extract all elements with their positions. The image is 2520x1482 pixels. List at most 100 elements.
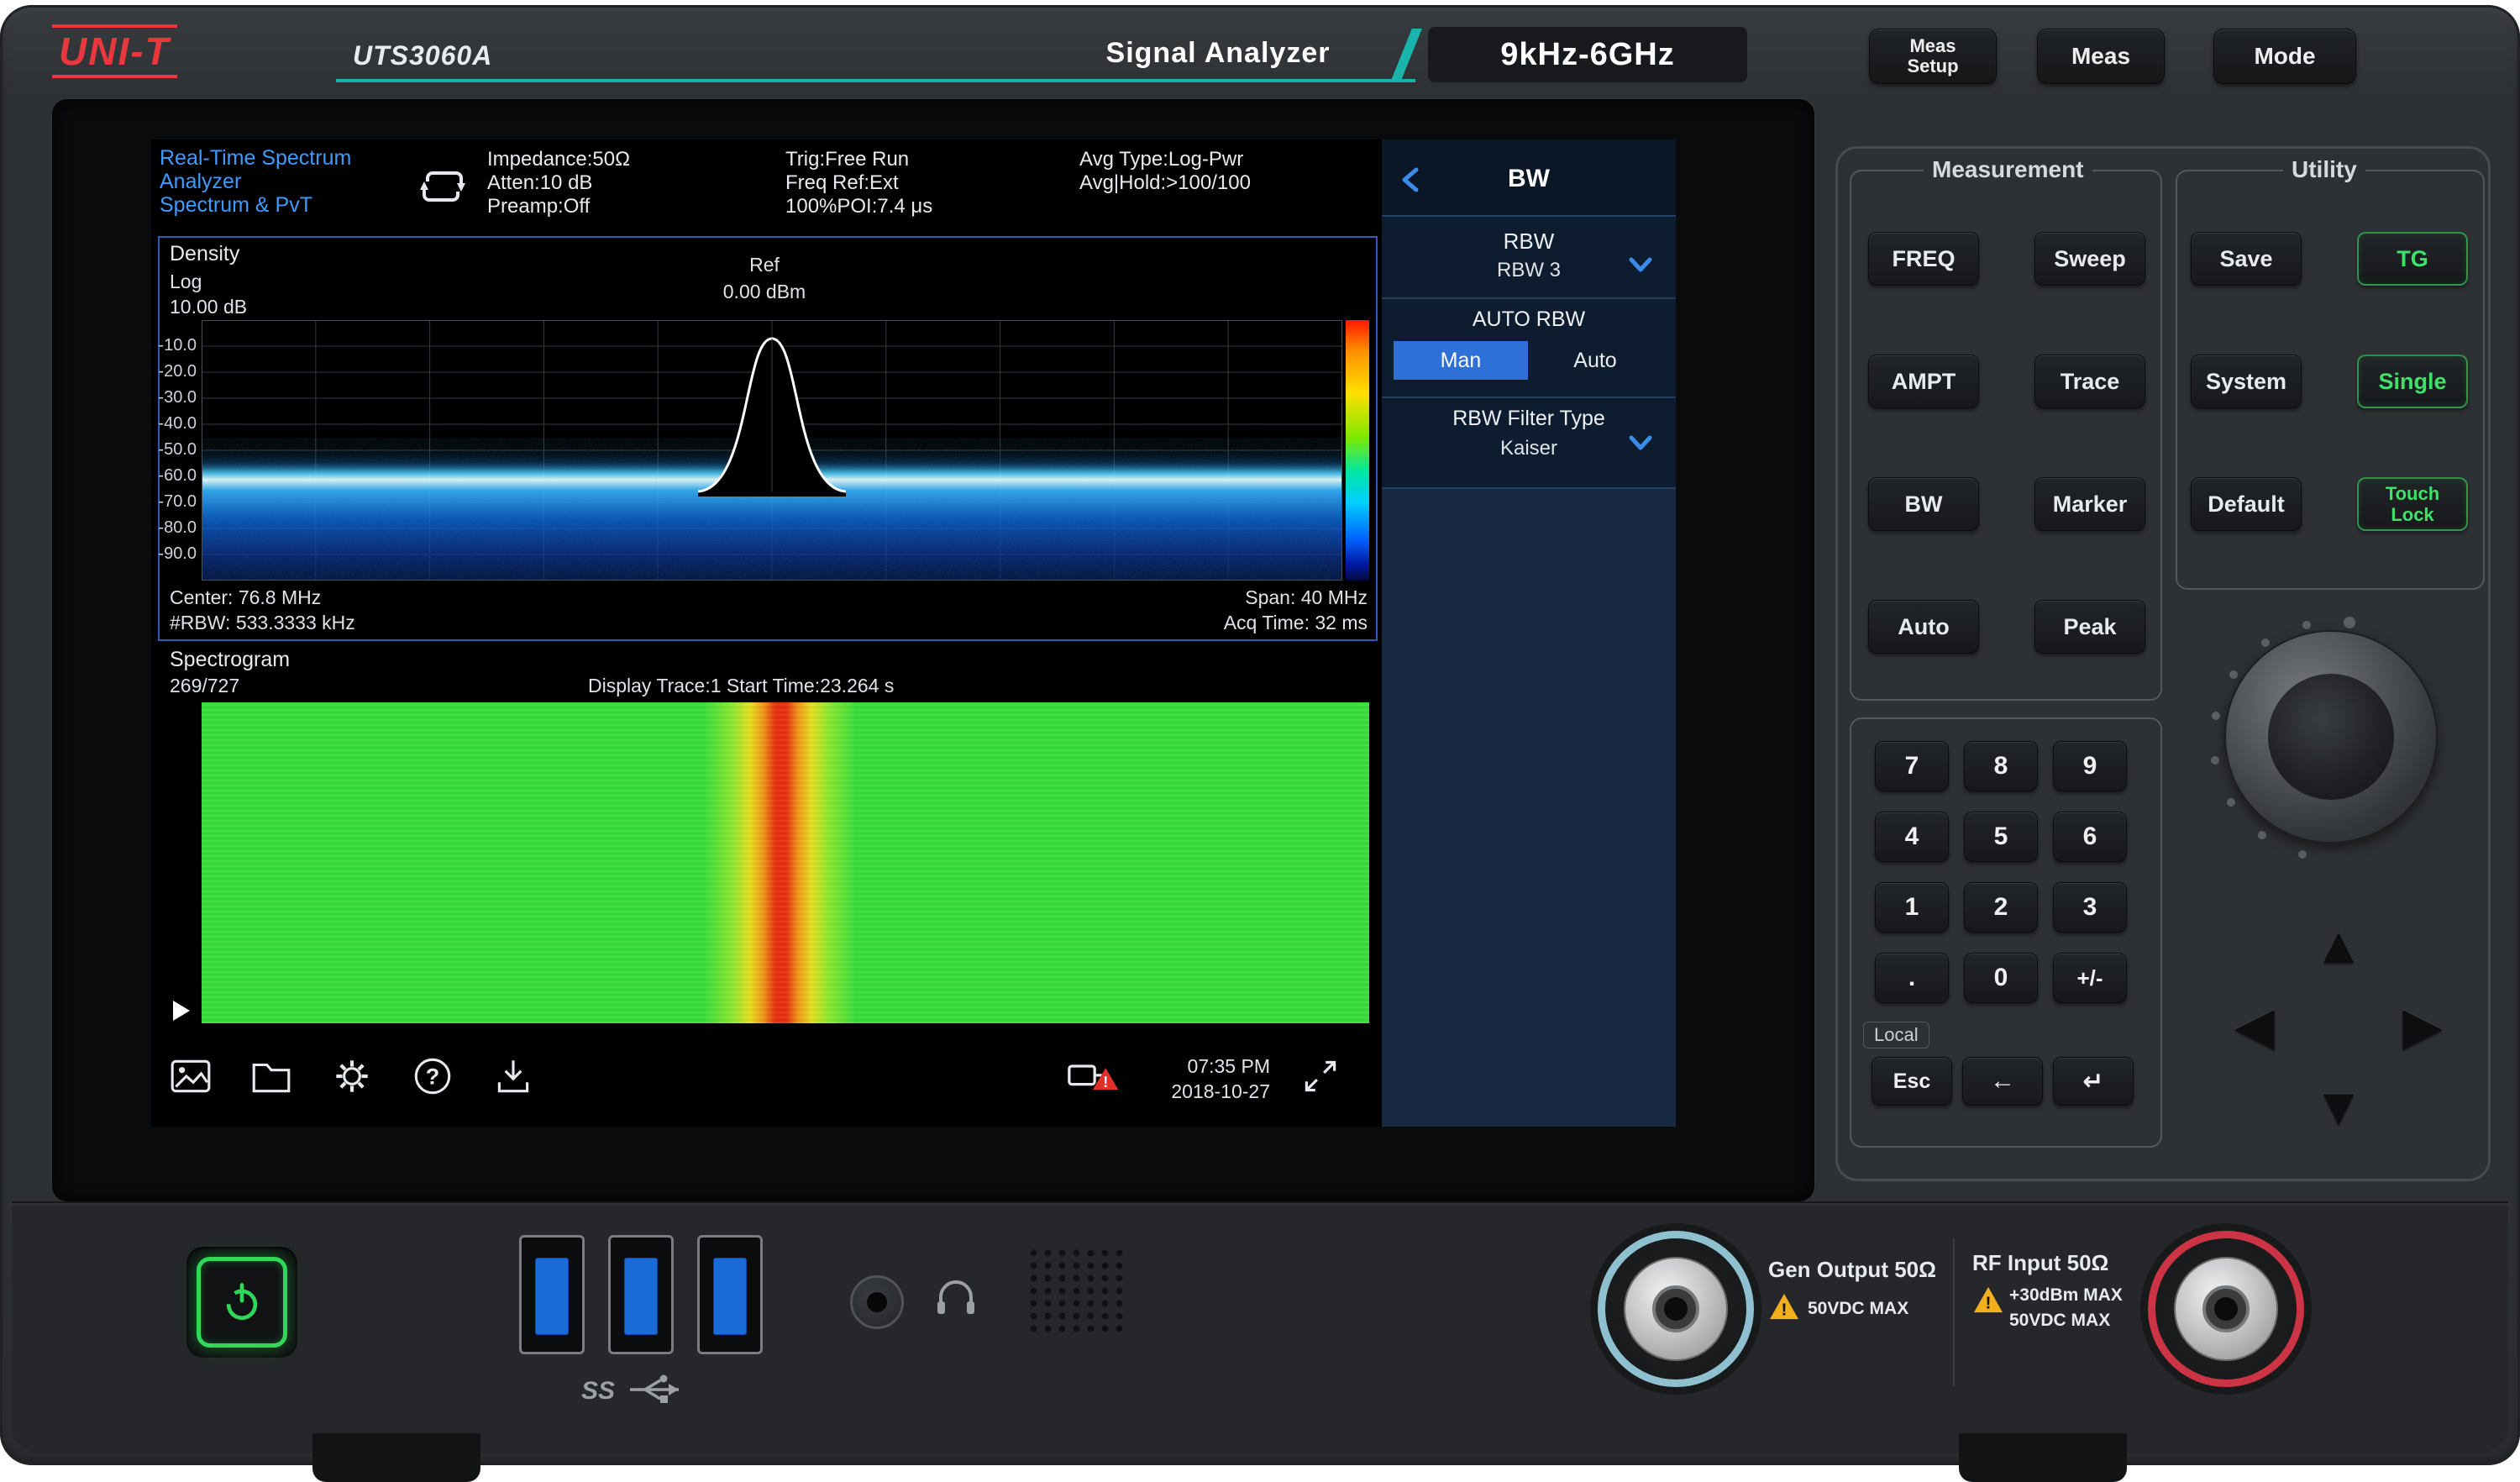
esc-key[interactable]: Esc bbox=[1872, 1057, 1952, 1106]
density-scale-value[interactable]: 10.00 dB bbox=[170, 296, 247, 318]
mode-label-line2[interactable]: Analyzer bbox=[160, 170, 241, 193]
status-poi: 100%POI:7.4 μs bbox=[785, 195, 932, 218]
key-decimal[interactable]: . bbox=[1875, 953, 1949, 1003]
arrow-down-button[interactable]: ▼ bbox=[2312, 1080, 2365, 1134]
freq-button[interactable]: FREQ bbox=[1868, 232, 1979, 286]
key-plus-minus[interactable]: +/- bbox=[2053, 953, 2127, 1003]
key-3[interactable]: 3 bbox=[2053, 882, 2127, 933]
system-button[interactable]: System bbox=[2191, 355, 2302, 408]
density-scale-type[interactable]: Log bbox=[170, 271, 202, 293]
ref-label[interactable]: Ref bbox=[706, 254, 823, 276]
headphone-icon bbox=[931, 1270, 981, 1325]
bw-button[interactable]: BW bbox=[1868, 477, 1979, 531]
center-freq-readout[interactable]: Center: 76.8 MHz bbox=[170, 586, 321, 609]
status-trig: Trig:Free Run bbox=[785, 148, 909, 171]
spectrogram-title: Spectrogram bbox=[170, 648, 290, 672]
auto-button[interactable]: Auto bbox=[1868, 600, 1979, 654]
rbw-filter-type-label[interactable]: RBW Filter Type bbox=[1382, 407, 1676, 431]
arrow-up-button[interactable]: ▲ bbox=[2312, 919, 2365, 973]
key-1[interactable]: 1 bbox=[1875, 882, 1949, 933]
usb-tab bbox=[624, 1258, 658, 1335]
sweep-button[interactable]: Sweep bbox=[2034, 232, 2145, 286]
auto-rbw-auto-option[interactable]: Auto bbox=[1528, 341, 1662, 380]
fullscreen-icon[interactable] bbox=[1298, 1054, 1343, 1099]
power-button[interactable] bbox=[197, 1257, 287, 1348]
span-readout[interactable]: Span: 40 MHz bbox=[1159, 586, 1368, 609]
usb-tab bbox=[535, 1258, 569, 1335]
speaker-grille bbox=[1026, 1247, 1131, 1334]
y-tick: -90.0 bbox=[155, 544, 197, 564]
status-atten: Atten:10 dB bbox=[487, 171, 592, 195]
single-button[interactable]: Single bbox=[2357, 355, 2468, 408]
key-8[interactable]: 8 bbox=[1964, 741, 2038, 791]
peak-button[interactable]: Peak bbox=[2034, 600, 2145, 654]
tg-button[interactable]: TG bbox=[2357, 232, 2468, 286]
gen-output-label: Gen Output 50Ω bbox=[1768, 1257, 1936, 1283]
filter-chevron-down-icon[interactable] bbox=[1626, 432, 1655, 458]
teal-accent-line bbox=[336, 79, 1415, 82]
arrow-right-button[interactable]: ▶ bbox=[2396, 1000, 2449, 1054]
usb-tab bbox=[713, 1258, 747, 1335]
status-avg-hold: Avg|Hold:>100/100 bbox=[1079, 171, 1251, 195]
spectrogram-heatmap[interactable] bbox=[202, 702, 1369, 1023]
menu-item-rbw-label[interactable]: RBW bbox=[1382, 229, 1676, 255]
key-5[interactable]: 5 bbox=[1964, 812, 2038, 862]
y-tick: -20.0 bbox=[155, 362, 197, 381]
mode-button[interactable]: Mode bbox=[2213, 29, 2356, 84]
arrow-left-button[interactable]: ◀ bbox=[2228, 1000, 2281, 1054]
save-file-icon[interactable] bbox=[491, 1054, 536, 1099]
y-tick: -30.0 bbox=[155, 388, 197, 407]
spectrum-plot bbox=[202, 320, 1342, 581]
play-icon[interactable] bbox=[173, 1001, 190, 1021]
menu-divider bbox=[1382, 487, 1676, 489]
save-button[interactable]: Save bbox=[2191, 232, 2302, 286]
usb-port bbox=[608, 1235, 674, 1354]
ref-value[interactable]: 0.00 dBm bbox=[706, 281, 823, 303]
meas-button[interactable]: Meas bbox=[2037, 29, 2165, 84]
rf-input-label: RF Input 50Ω bbox=[1972, 1250, 2108, 1276]
key-6[interactable]: 6 bbox=[2053, 812, 2127, 862]
knob-tick bbox=[2211, 756, 2219, 765]
mode-label-line3[interactable]: Spectrum & PvT bbox=[160, 193, 312, 217]
auto-rbw-label: AUTO RBW bbox=[1382, 307, 1676, 332]
usb-ss-text: SS bbox=[581, 1377, 615, 1405]
y-tick: -60.0 bbox=[155, 466, 197, 486]
default-button[interactable]: Default bbox=[2191, 477, 2302, 531]
folder-icon[interactable] bbox=[249, 1054, 294, 1099]
status-preamp: Preamp:Off bbox=[487, 195, 590, 218]
ampt-button[interactable]: AMPT bbox=[1868, 355, 1979, 408]
key-0[interactable]: 0 bbox=[1964, 953, 2038, 1003]
knob-tick bbox=[2298, 850, 2307, 859]
usb-alert-icon[interactable]: ! bbox=[1065, 1055, 1121, 1103]
marker-button[interactable]: Marker bbox=[2034, 477, 2145, 531]
backspace-key[interactable]: ← bbox=[1962, 1057, 2043, 1106]
meas-setup-button[interactable]: Meas Setup bbox=[1869, 29, 1997, 84]
mode-label-line1[interactable]: Real-Time Spectrum bbox=[160, 146, 351, 170]
brand-text: UNI-T bbox=[52, 24, 177, 78]
touch-lock-button[interactable]: Touch Lock bbox=[2357, 477, 2468, 531]
status-impedance: Impedance:50Ω bbox=[487, 148, 630, 171]
touch-lock-label-2: Lock bbox=[2391, 504, 2433, 525]
status-avg-type: Avg Type:Log-Pwr bbox=[1079, 148, 1243, 171]
svg-text:!: ! bbox=[1986, 1293, 1992, 1312]
help-icon[interactable]: ? bbox=[410, 1054, 455, 1099]
menu-divider bbox=[1382, 297, 1676, 299]
usb-ss-logo: SS bbox=[580, 1371, 714, 1412]
freq-range-badge: 9kHz-6GHz bbox=[1428, 27, 1747, 82]
usb-port bbox=[519, 1235, 585, 1354]
key-9[interactable]: 9 bbox=[2053, 741, 2127, 791]
enter-key[interactable]: ↵ bbox=[2053, 1057, 2134, 1106]
auto-rbw-man-option[interactable]: Man bbox=[1394, 341, 1528, 380]
rbw-chevron-down-icon[interactable] bbox=[1626, 254, 1655, 280]
trace-button[interactable]: Trace bbox=[2034, 355, 2145, 408]
rf-input-warning-icon: ! bbox=[1972, 1285, 2004, 1318]
key-2[interactable]: 2 bbox=[1964, 882, 2038, 933]
screenshot-icon[interactable] bbox=[168, 1054, 213, 1099]
key-7[interactable]: 7 bbox=[1875, 741, 1949, 791]
continuous-sweep-icon[interactable] bbox=[416, 163, 470, 214]
power-icon bbox=[218, 1279, 265, 1326]
settings-gear-icon[interactable] bbox=[329, 1054, 375, 1099]
rotary-knob-cap[interactable] bbox=[2268, 674, 2394, 800]
key-4[interactable]: 4 bbox=[1875, 812, 1949, 862]
y-tick: -70.0 bbox=[155, 492, 197, 512]
